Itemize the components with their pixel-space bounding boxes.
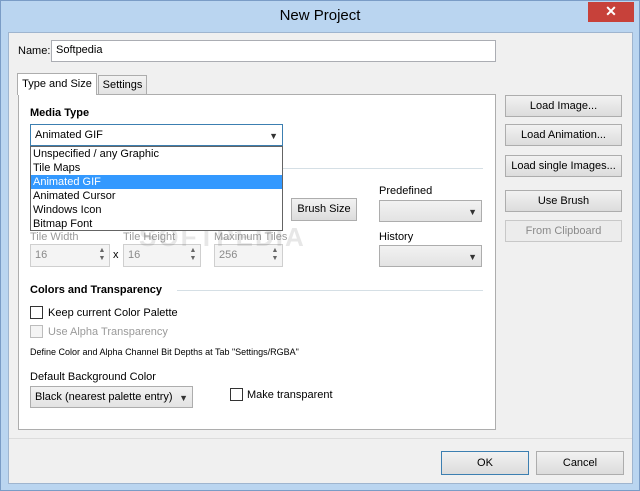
chevron-down-icon: ▼ [468,207,477,217]
bg-color-label: Default Background Color [30,371,156,383]
use-brush-button[interactable]: Use Brush [505,190,622,212]
bg-color-value: Black (nearest palette entry) [35,391,173,403]
tab-panel-type-and-size: SOFTPEDIA Media Type Animated GIF ▼ Brus… [18,94,496,430]
close-button[interactable]: ✕ [588,2,634,22]
title-bar[interactable]: New Project ✕ [1,1,639,32]
x-separator: x [113,249,119,261]
separator-colors [177,290,483,291]
list-item[interactable]: Animated Cursor [31,189,282,203]
history-label: History [379,231,414,243]
from-clipboard-button[interactable]: From Clipboard [505,220,622,242]
tile-width-value: 16 [35,249,48,261]
brush-size-button[interactable]: Brush Size [291,198,357,221]
list-item[interactable]: Tile Maps [31,161,282,175]
chevron-down-icon: ▼ [468,252,477,262]
tab-type-and-size[interactable]: Type and Size [17,73,97,95]
tile-width-stepper[interactable]: 16 ▲ ▼ [30,244,110,267]
keep-palette-checkbox[interactable] [30,306,43,319]
ok-button[interactable]: OK [441,451,529,475]
colors-heading: Colors and Transparency [30,284,163,296]
dialog-body: Name: Softpedia Type and Size Settings S… [8,32,633,484]
list-item[interactable]: Bitmap Font [31,217,282,231]
load-image-button[interactable]: Load Image... [505,95,622,117]
media-type-select[interactable]: Animated GIF ▼ [30,124,283,146]
bit-depth-info: Define Color and Alpha Channel Bit Depth… [30,347,299,357]
window-title: New Project [279,7,361,24]
name-label: Name: [18,45,51,57]
separator-size [283,168,483,169]
chevron-down-icon: ▼ [179,393,188,403]
history-select[interactable]: ▼ [379,245,482,267]
load-single-images-button[interactable]: Load single Images... [505,155,622,177]
alpha-transparency-label: Use Alpha Transparency [48,326,168,338]
predefined-select[interactable]: ▼ [379,200,482,222]
tab-settings[interactable]: Settings [98,75,147,94]
list-item[interactable]: Unspecified / any Graphic [31,147,282,161]
name-input[interactable]: Softpedia [51,40,496,62]
media-type-dropdown-list[interactable]: Unspecified / any Graphic Tile Maps Anim… [30,146,283,231]
load-animation-button[interactable]: Load Animation... [505,124,622,146]
media-type-heading: Media Type [30,107,90,119]
chevron-down-icon: ▼ [269,131,278,141]
list-item[interactable]: Animated GIF [31,175,282,189]
media-type-value: Animated GIF [35,129,103,141]
list-item[interactable]: Windows Icon [31,203,282,217]
spinner-arrows-icon[interactable]: ▲ ▼ [97,247,107,264]
new-project-window: New Project ✕ Name: Softpedia Type and S… [0,0,640,491]
make-transparent-label: Make transparent [247,389,333,401]
predefined-label: Predefined [379,185,433,197]
keep-palette-label: Keep current Color Palette [48,307,178,319]
tile-width-label: Tile Width [30,231,79,243]
alpha-transparency-checkbox[interactable] [30,325,43,338]
make-transparent-checkbox[interactable] [230,388,243,401]
cancel-button[interactable]: Cancel [536,451,624,475]
bg-color-select[interactable]: Black (nearest palette entry) ▼ [30,386,193,408]
